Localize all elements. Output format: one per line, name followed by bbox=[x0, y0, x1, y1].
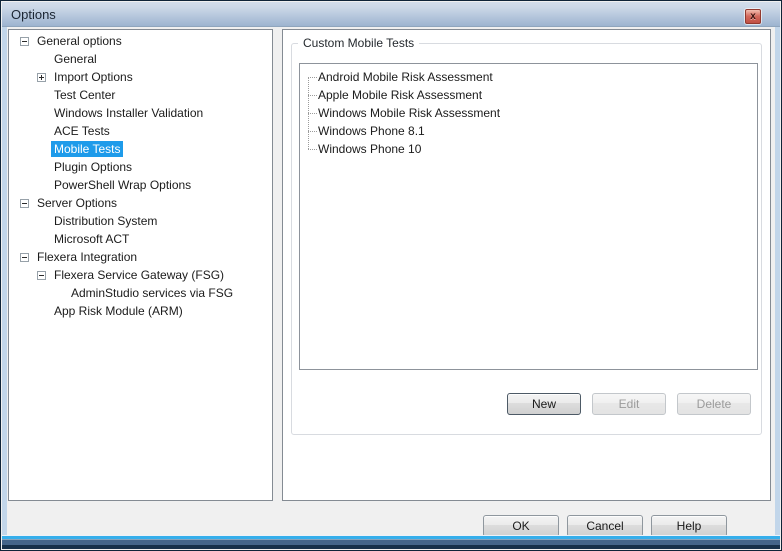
mobile-tests-list: Android Mobile Risk Assessment Apple Mobi… bbox=[299, 63, 758, 370]
custom-mobile-tests-group: Custom Mobile Tests Android Mobile Risk … bbox=[291, 43, 762, 435]
edit-button[interactable]: Edit bbox=[592, 393, 666, 415]
tree-item-label: Flexera Integration bbox=[34, 249, 140, 265]
tree-item-label: Distribution System bbox=[51, 213, 160, 229]
tree-item-ace-tests[interactable]: ACE Tests bbox=[9, 122, 272, 140]
options-dialog: Options x General options General Import O… bbox=[0, 0, 782, 551]
collapse-minus-icon[interactable] bbox=[20, 199, 29, 208]
tree-item-label: General bbox=[51, 51, 100, 67]
ok-button[interactable]: OK bbox=[483, 515, 559, 535]
tree-item-powershell-wrap-options[interactable]: PowerShell Wrap Options bbox=[9, 176, 272, 194]
tree-item-label: ACE Tests bbox=[51, 123, 113, 139]
window-frame-right bbox=[775, 27, 780, 535]
tree-item-import-options[interactable]: Import Options bbox=[9, 68, 272, 86]
list-item-label: Android Mobile Risk Assessment bbox=[318, 70, 493, 84]
window-title: Options bbox=[11, 7, 56, 22]
tree-item-label: Mobile Tests bbox=[51, 141, 123, 157]
tree-item-mobile-tests[interactable]: Mobile Tests bbox=[9, 140, 272, 158]
list-item-windows-phone-10[interactable]: Windows Phone 10 bbox=[300, 140, 757, 158]
tree-item-label: Test Center bbox=[51, 87, 118, 103]
list-item-label: Apple Mobile Risk Assessment bbox=[318, 88, 482, 102]
list-actions: New Edit Delete bbox=[507, 393, 751, 415]
list-item-label: Windows Mobile Risk Assessment bbox=[318, 106, 500, 120]
settings-pane: Custom Mobile Tests Android Mobile Risk … bbox=[282, 29, 771, 501]
tree-item-distribution-system[interactable]: Distribution System bbox=[9, 212, 272, 230]
tree-item-label: General options bbox=[34, 33, 125, 49]
tree-item-general[interactable]: General bbox=[9, 50, 272, 68]
tree-item-microsoft-act[interactable]: Microsoft ACT bbox=[9, 230, 272, 248]
tree-item-test-center[interactable]: Test Center bbox=[9, 86, 272, 104]
tree-item-server-options[interactable]: Server Options bbox=[9, 194, 272, 212]
tree-item-label: Plugin Options bbox=[51, 159, 135, 175]
list-item-label: Windows Phone 8.1 bbox=[318, 124, 425, 138]
tree-item-label: PowerShell Wrap Options bbox=[51, 177, 194, 193]
tree-item-windows-installer-validation[interactable]: Windows Installer Validation bbox=[9, 104, 272, 122]
tree-item-label: Windows Installer Validation bbox=[51, 105, 206, 121]
tree-item-general-options[interactable]: General options bbox=[9, 32, 272, 50]
group-title: Custom Mobile Tests bbox=[298, 36, 419, 50]
title-bar[interactable]: Options x bbox=[2, 2, 780, 27]
tree-item-label: AdminStudio services via FSG bbox=[68, 285, 236, 301]
collapse-minus-icon[interactable] bbox=[20, 253, 29, 262]
tree-item-flexera-integration[interactable]: Flexera Integration bbox=[9, 248, 272, 266]
cancel-button[interactable]: Cancel bbox=[567, 515, 643, 535]
list-item-label: Windows Phone 10 bbox=[318, 142, 421, 156]
options-tree: General options General Import Options Test… bbox=[8, 29, 273, 501]
dialog-client-area: General options General Import Options Test… bbox=[7, 27, 775, 535]
tree-item-app-risk-module-arm[interactable]: App Risk Module (ARM) bbox=[9, 302, 272, 320]
tree-item-label: App Risk Module (ARM) bbox=[51, 303, 186, 319]
expand-plus-icon[interactable] bbox=[37, 73, 46, 82]
new-button[interactable]: New bbox=[507, 393, 581, 415]
tree-item-label: Server Options bbox=[34, 195, 120, 211]
window-frame-left bbox=[2, 27, 7, 535]
close-icon[interactable]: x bbox=[745, 9, 761, 24]
dialog-actions: OK Cancel Help bbox=[483, 515, 727, 535]
list-item-windows-mobile-risk-assessment[interactable]: Windows Mobile Risk Assessment bbox=[300, 104, 757, 122]
delete-button[interactable]: Delete bbox=[677, 393, 751, 415]
tree-item-label: Import Options bbox=[51, 69, 136, 85]
list-item-android-mobile-risk-assessment[interactable]: Android Mobile Risk Assessment bbox=[300, 68, 757, 86]
tree-item-plugin-options[interactable]: Plugin Options bbox=[9, 158, 272, 176]
collapse-minus-icon[interactable] bbox=[37, 271, 46, 280]
list-item-windows-phone-8-1[interactable]: Windows Phone 8.1 bbox=[300, 122, 757, 140]
list-item-apple-mobile-risk-assessment[interactable]: Apple Mobile Risk Assessment bbox=[300, 86, 757, 104]
tree-item-flexera-service-gateway-fsg[interactable]: Flexera Service Gateway (FSG) bbox=[9, 266, 272, 284]
window-frame-bottom bbox=[2, 535, 780, 549]
tree-item-label: Flexera Service Gateway (FSG) bbox=[51, 267, 227, 283]
tree-item-label: Microsoft ACT bbox=[51, 231, 132, 247]
collapse-minus-icon[interactable] bbox=[20, 37, 29, 46]
help-button[interactable]: Help bbox=[651, 515, 727, 535]
tree-item-adminstudio-services-via-fsg[interactable]: AdminStudio services via FSG bbox=[9, 284, 272, 302]
